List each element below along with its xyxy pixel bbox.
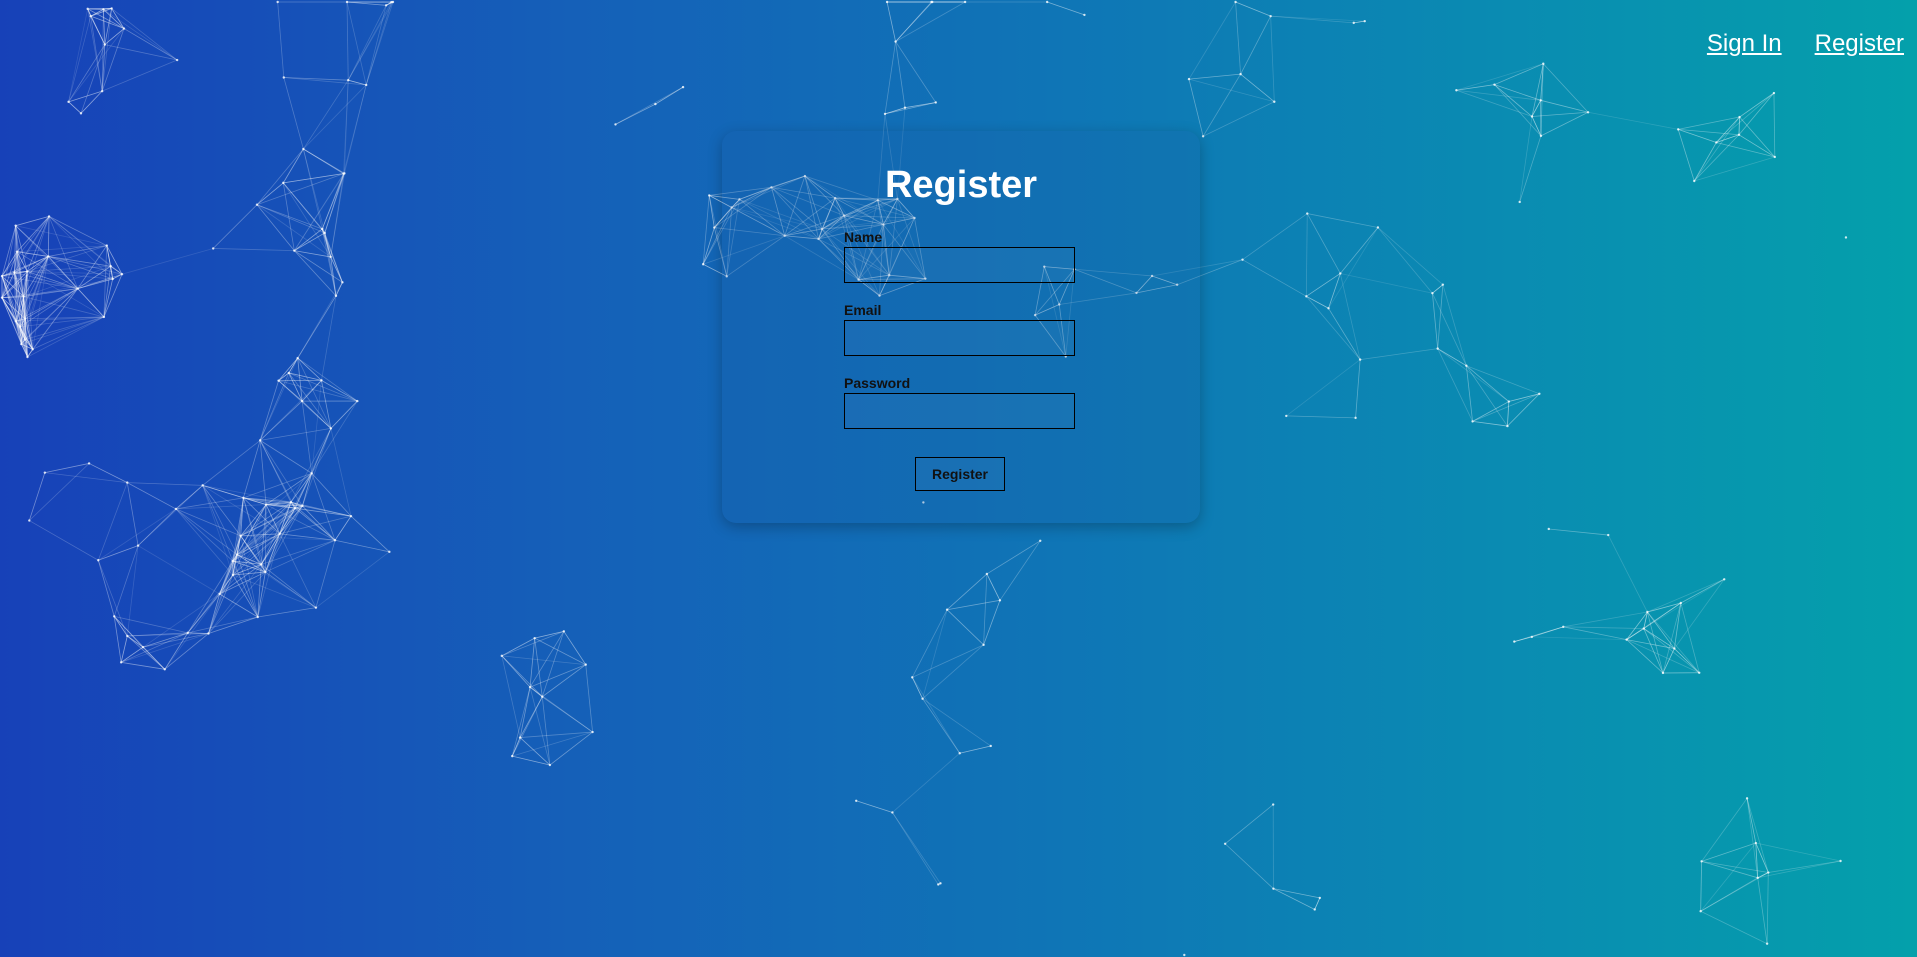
password-label: Password [844, 375, 911, 391]
top-navigation: Sign In Register [1707, 30, 1904, 58]
name-label: Name [844, 229, 883, 245]
register-submit-button[interactable]: Register [915, 457, 1005, 491]
nav-register-link[interactable]: Register [1815, 30, 1904, 58]
register-card: Register Name Email Password Register [722, 131, 1200, 523]
email-input[interactable] [844, 320, 1075, 356]
nav-sign-in-link[interactable]: Sign In [1707, 30, 1782, 58]
register-title: Register [884, 164, 1038, 206]
password-input[interactable] [844, 393, 1075, 429]
email-label: Email [844, 302, 882, 318]
name-input[interactable] [844, 247, 1075, 283]
